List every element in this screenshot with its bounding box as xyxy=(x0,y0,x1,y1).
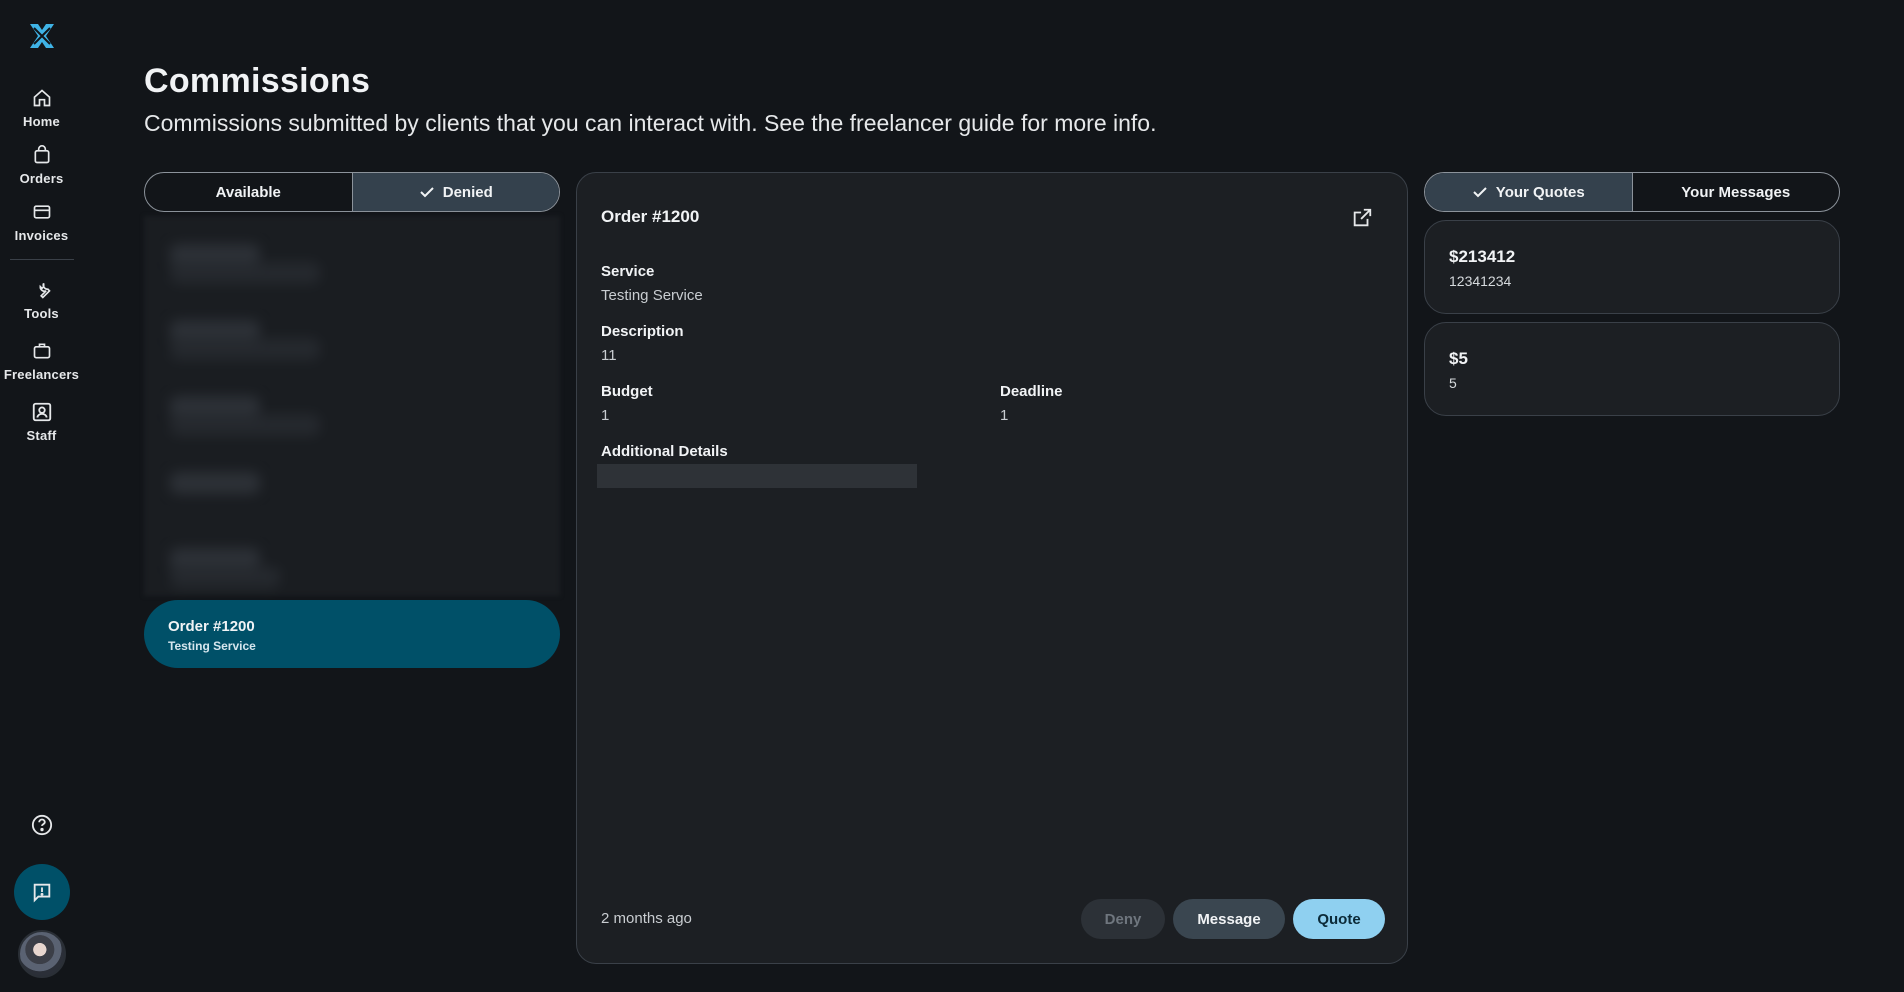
description-value: 11 xyxy=(601,347,617,364)
sidebar-divider xyxy=(9,259,74,260)
sidebar-item-home[interactable]: Home xyxy=(0,86,83,129)
deadline-value: 1 xyxy=(1000,407,1009,424)
deadline-label: Deadline xyxy=(1000,383,1063,400)
tab-your-messages[interactable]: Your Messages xyxy=(1631,173,1840,211)
timestamp: 2 months ago xyxy=(601,910,692,927)
quote-amount: $213412 xyxy=(1449,247,1516,266)
list-item-subtitle: Testing Service xyxy=(168,639,256,653)
quote-amount: $5 xyxy=(1449,349,1468,368)
sidebar: Home Orders Invoices Tools Freelancers S… xyxy=(0,0,83,992)
tab-your-quotes[interactable]: Your Quotes xyxy=(1425,173,1632,211)
page-title: Commissions xyxy=(144,62,371,100)
sidebar-item-staff[interactable]: Staff xyxy=(0,400,83,443)
avatar[interactable] xyxy=(17,930,66,978)
list-item-title: Order #1200 xyxy=(168,618,255,635)
list-item xyxy=(170,472,260,494)
list-tabs: Available Denied xyxy=(144,172,560,212)
tab-label: Denied xyxy=(442,183,493,201)
feedback-icon xyxy=(33,883,50,903)
sidebar-item-label: Orders xyxy=(19,171,64,186)
help-icon[interactable] xyxy=(27,810,57,840)
wrench-icon xyxy=(30,278,54,302)
sidebar-item-label: Tools xyxy=(24,306,59,321)
list-item xyxy=(170,262,320,284)
shopping-bag-icon xyxy=(30,143,54,167)
service-label: Service xyxy=(601,263,655,280)
commission-list-item-selected[interactable]: Order #1200 Testing Service xyxy=(144,600,560,668)
tab-available[interactable]: Available xyxy=(145,173,352,211)
sidebar-item-tools[interactable]: Tools xyxy=(0,278,83,321)
sidebar-item-label: Invoices xyxy=(14,228,69,243)
check-icon xyxy=(420,187,434,198)
sidebar-item-label: Staff xyxy=(26,428,57,443)
commission-detail-card: Order #1200 Service Testing Service Desc… xyxy=(576,172,1408,964)
quote-card[interactable]: $5 5 xyxy=(1424,322,1840,416)
sidebar-item-label: Home xyxy=(23,114,60,129)
sidebar-bottom xyxy=(0,810,83,978)
tab-denied[interactable]: Denied xyxy=(351,173,559,211)
additional-details-label: Additional Details xyxy=(601,443,728,460)
quote-button[interactable]: Quote xyxy=(1293,899,1385,939)
additional-details-redacted xyxy=(597,464,917,488)
tab-label: Your Quotes xyxy=(1495,183,1585,201)
briefcase-icon xyxy=(30,339,54,363)
service-value: Testing Service xyxy=(601,287,703,304)
logo-icon[interactable] xyxy=(22,16,62,56)
list-item xyxy=(170,566,280,588)
credit-card-icon xyxy=(30,200,54,224)
budget-value: 1 xyxy=(601,407,610,424)
sidebar-item-invoices[interactable]: Invoices xyxy=(0,200,83,243)
sidebar-item-freelancers[interactable]: Freelancers xyxy=(0,339,83,382)
detail-title: Order #1200 xyxy=(601,207,700,226)
id-badge-icon xyxy=(30,400,54,424)
list-item xyxy=(170,414,320,436)
budget-label: Budget xyxy=(601,383,653,400)
deny-button[interactable]: Deny xyxy=(1081,899,1165,939)
description-label: Description xyxy=(601,323,684,340)
check-icon xyxy=(1473,187,1487,198)
home-icon xyxy=(30,86,54,110)
message-button[interactable]: Message xyxy=(1173,899,1285,939)
sidebar-item-orders[interactable]: Orders xyxy=(0,143,83,186)
tab-label: Your Messages xyxy=(1681,183,1791,201)
external-link-icon[interactable] xyxy=(1351,207,1373,229)
tab-label: Available xyxy=(215,183,281,201)
feedback-button[interactable] xyxy=(13,864,70,920)
sidebar-item-label: Freelancers xyxy=(3,367,80,382)
commission-list-blurred xyxy=(144,216,560,596)
right-tabs: Your Quotes Your Messages xyxy=(1424,172,1840,212)
quote-card[interactable]: $213412 12341234 xyxy=(1424,220,1840,314)
list-item xyxy=(170,338,320,360)
page-subtitle: Commissions submitted by clients that yo… xyxy=(144,110,1157,136)
quote-note: 5 xyxy=(1449,375,1457,391)
quote-note: 12341234 xyxy=(1449,273,1512,289)
